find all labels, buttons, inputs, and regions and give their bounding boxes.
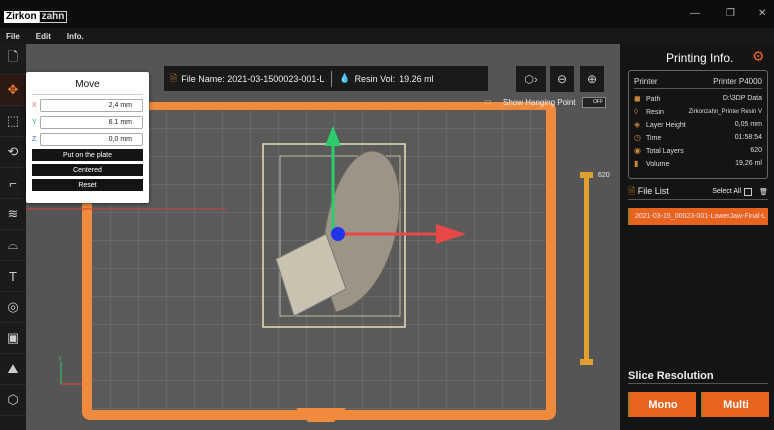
file-info-bar: 🗎 File Name: 2021-03-1500023-001-L 💧 Res… [164,66,488,91]
drop-icon: 💧 [339,73,351,83]
hollow-icon[interactable]: ◎ [0,292,26,323]
title-bar: Zirkon zahn — ❐ ✕ [0,0,774,28]
layers-icon[interactable]: ≋ [0,199,26,230]
info-label: Path [646,96,661,103]
z-input[interactable] [40,132,143,146]
info-value: 620 [750,147,762,154]
resin-vol-label: Resin Vol: [354,73,396,84]
layer-max-label: 620 [598,172,610,179]
layer-slider-top-handle [580,172,593,178]
layer-slider-track [584,174,589,364]
rotate-icon[interactable]: ⟲ [0,137,26,168]
zoom-in-icon[interactable]: ⊕ [580,66,604,92]
file-list-item[interactable]: 2021-03-15_00023-001-LowerJaw-Final-L [628,208,768,225]
info-value: 19,26 ml [735,160,762,167]
x-label: X [32,101,37,109]
logo-right: zahn [38,11,68,23]
info-row-time: ◷ Time 01:58:54 [634,131,762,144]
folder-icon: ◼ [634,94,641,103]
menu-file[interactable]: File [6,32,20,41]
info-label: Resin [646,109,664,116]
info-row-total-layers: ◉ Total Layers 620 [634,144,762,157]
view-cube-button[interactable]: ⬡› [516,66,546,92]
mono-button[interactable]: Mono [628,392,696,417]
info-value: Zirkonzahn_Printer Resin V [688,108,762,115]
info-row-path: ◼ Path D:\3DP Data [634,92,762,105]
file-list-icon: 🗎 [628,185,636,196]
minimize-button[interactable]: — [690,8,700,19]
zirkonzahn-logo: Zirkon zahn [4,11,68,23]
file-list-title: File List [637,185,669,196]
zoom-out-icon[interactable]: ⊖ [550,66,574,92]
move-title: Move [32,79,143,95]
clock-icon: ◷ [634,133,641,142]
reset-button[interactable]: Reset [32,179,143,191]
hanging-point-label: Show Hanging Point [503,98,576,107]
text-icon[interactable]: T [0,261,26,292]
drop-icon: ◊ [634,107,638,116]
stack-icon: ◉ [634,146,641,155]
logo-left: Zirkon [4,11,39,23]
resin-vol-value: 19.26 ml [399,73,434,84]
axis-y-label: Y [58,357,63,363]
info-value: 0,05 mm [734,121,762,128]
x-input[interactable] [40,98,143,112]
trash-icon[interactable]: 🗑 [759,188,768,196]
bottle-icon: ▮ [634,159,639,168]
arch-icon[interactable]: ⌓ [0,230,26,261]
y-label: Y [32,118,37,126]
z-label: Z [32,135,37,143]
select-all-label: Select All [712,188,742,195]
close-button[interactable]: ✕ [758,8,766,19]
cube-icon[interactable]: ⬡ [0,385,26,416]
file-list-header: 🗎 File List Select All 🗑 [628,184,768,200]
select-all-checkbox[interactable] [744,187,753,196]
multi-button[interactable]: Multi [701,392,769,417]
model-icon[interactable]: ⛰ [0,354,26,385]
info-row-resin: ◊ Resin Zirkonzahn_Printer Resin V [634,105,762,118]
info-row-volume: ▮ Volume 19,26 ml [634,157,762,170]
move-gizmo-center [331,227,345,241]
printer-value: Printer P4000 [713,76,762,86]
support-gun-icon[interactable]: ⌐ [0,168,26,199]
info-label: Layer Height [646,122,686,129]
file-icon: 🗎 [170,72,178,83]
restore-button[interactable]: ❐ [726,8,735,19]
menu-bar: File Edit Info. [0,28,774,44]
info-value: D:\3DP Data [722,95,762,102]
move-panel: Move X Y Z Put on the plate Centered Res… [26,72,149,203]
info-label: Volume [646,161,670,168]
info-label: Total Layers [646,148,684,155]
printing-info-title: Printing Info. [666,51,734,65]
menu-info[interactable]: Info. [67,32,84,41]
gear-icon[interactable]: ⚙ [752,48,765,65]
hanging-point-icon: ▭ [484,97,492,106]
file-name-label: File Name: 2021-03-1500023-001-L [181,73,325,84]
layers-icon: ◈ [634,120,641,129]
centered-button[interactable]: Centered [32,164,143,176]
layer-slider-bottom-handle [580,359,593,365]
printer-info-box: Printer Printer P4000 ◼ Path D:\3DP Data ◊ R… [628,70,768,179]
scale-icon[interactable]: ⬚ [0,106,26,137]
right-panel: Printing Info. ⚙ Printer Printer P4000 ◼ P… [620,44,774,430]
new-file-icon[interactable]: 🗋 [0,44,26,75]
square-icon[interactable]: ▣ [0,323,26,354]
slice-resolution-title: Slice Resolution [628,370,768,384]
y-input[interactable] [40,115,143,129]
hanging-point-toggle[interactable]: OFF [582,97,606,108]
put-on-plate-button[interactable]: Put on the plate [32,149,143,161]
menu-edit[interactable]: Edit [36,32,51,41]
info-value: 01:58:54 [734,134,762,141]
move-icon[interactable]: ✥ [0,75,26,106]
info-row-layer-height: ◈ Layer Height 0,05 mm [634,118,762,131]
info-label: Time [646,135,662,142]
left-toolbar: 🗋 ✥ ⬚ ⟲ ⌐ ≋ ⌓ T ◎ ▣ ⛰ ⬡ [0,44,26,430]
printer-label: Printer [634,76,658,86]
